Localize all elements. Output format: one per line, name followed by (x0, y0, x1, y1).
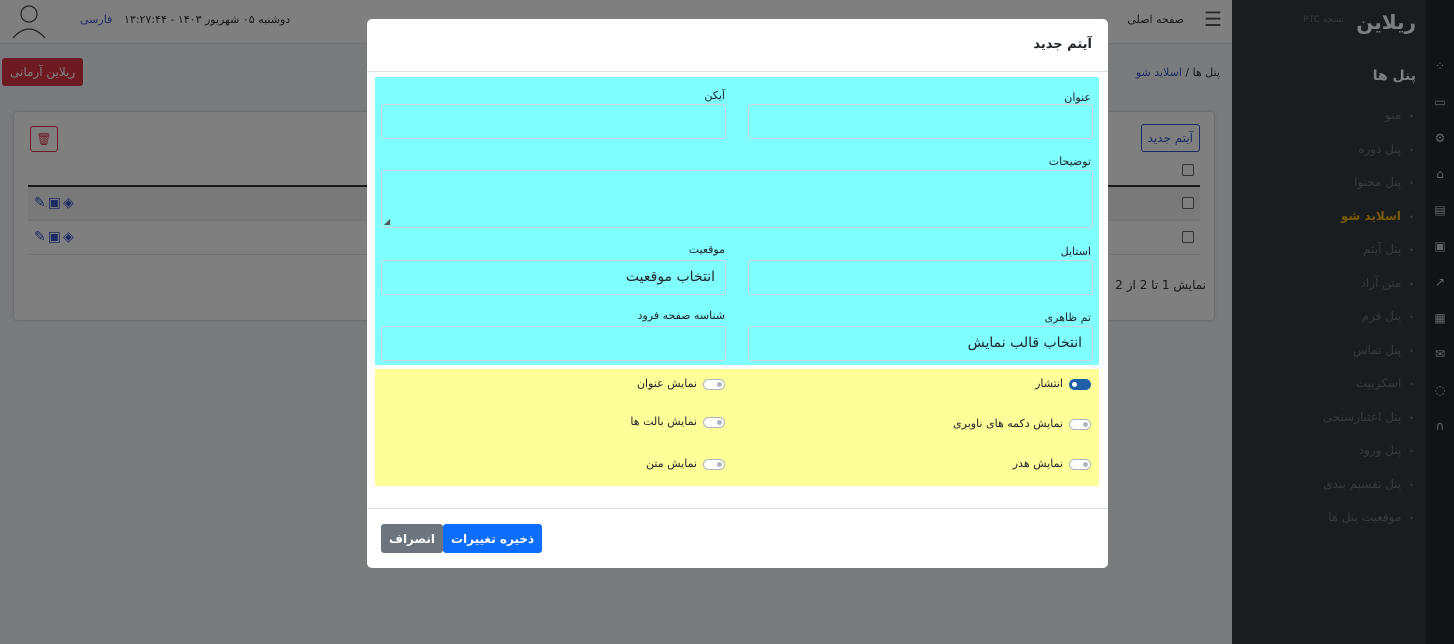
position-label: موقعیت (688, 243, 725, 256)
new-item-modal: آیتم جدید عنوان آیکن توضیحات ◢ استایل مو… (367, 19, 1108, 568)
description-textarea[interactable]: ◢ (381, 170, 1093, 228)
theme-select[interactable]: انتخاب قالب نمایش (748, 326, 1093, 361)
modal-title: آیتم جدید (1033, 37, 1092, 52)
show-title-toggle-row[interactable]: نمایش عنوان (637, 377, 725, 390)
show-title-switch[interactable] (703, 378, 725, 390)
modal-footer: ذخیره تغییرات انصراف (367, 508, 1108, 568)
landing-id-label: شناسه صفحه فرود (637, 309, 725, 322)
show-text-toggle-row[interactable]: نمایش متن (646, 457, 725, 470)
title-label: عنوان (1064, 91, 1091, 104)
style-label: استایل (1060, 245, 1091, 258)
landing-id-input[interactable] (381, 326, 726, 361)
show-header-label: نمایش هدر (1012, 457, 1063, 470)
toggles-section: انتشار نمایش عنوان نمایش دکمه های ناوبری… (375, 369, 1099, 486)
show-nav-buttons-toggle-row[interactable]: نمایش دکمه های ناوبری (953, 417, 1091, 430)
show-bullets-switch[interactable] (703, 416, 725, 428)
save-button[interactable]: ذخیره تغییرات (443, 524, 543, 553)
show-text-label: نمایش متن (646, 457, 697, 470)
title-input[interactable] (748, 104, 1093, 139)
show-text-switch[interactable] (703, 458, 725, 470)
description-label: توضیحات (1048, 155, 1091, 168)
show-bullets-toggle-row[interactable]: نمایش بالت ها (630, 415, 725, 428)
modal-header: آیتم جدید (367, 19, 1108, 72)
show-bullets-label: نمایش بالت ها (630, 415, 697, 428)
icon-input[interactable] (381, 104, 726, 139)
show-title-label: نمایش عنوان (636, 377, 697, 390)
theme-label: تم ظاهری (1044, 311, 1091, 324)
publish-switch[interactable] (1069, 378, 1091, 390)
publish-label: انتشار (1035, 377, 1063, 390)
show-nav-buttons-label: نمایش دکمه های ناوبری (953, 417, 1063, 430)
show-header-toggle-row[interactable]: نمایش هدر (1013, 457, 1091, 470)
position-select[interactable]: انتخاب موقعیت (381, 260, 726, 295)
show-header-switch[interactable] (1069, 458, 1091, 470)
icon-label: آیکن (704, 89, 725, 102)
style-input[interactable] (748, 260, 1093, 295)
show-nav-buttons-switch[interactable] (1069, 418, 1091, 430)
form-fields-section: عنوان آیکن توضیحات ◢ استایل موقعیت انتخا… (375, 77, 1099, 365)
publish-toggle-row[interactable]: انتشار (1035, 377, 1091, 390)
cancel-button[interactable]: انصراف (381, 524, 443, 553)
resize-grip-icon[interactable]: ◢ (384, 217, 390, 226)
